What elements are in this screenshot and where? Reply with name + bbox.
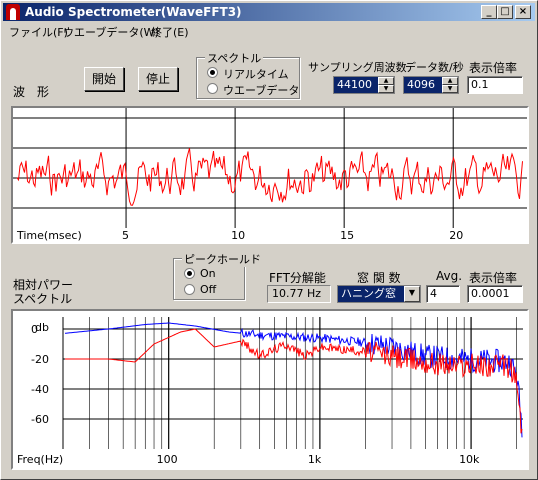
datacount-spinner[interactable]: 4096 ▲ ▼ bbox=[403, 76, 459, 94]
start-button[interactable]: 開始 bbox=[84, 67, 124, 91]
peak-hold-title: ピークホールド bbox=[182, 251, 263, 267]
peak-hold-group: ピークホールド On Off bbox=[173, 251, 263, 300]
spin-up-icon[interactable]: ▲ bbox=[378, 77, 394, 85]
avg-input[interactable]: 4 bbox=[426, 285, 460, 303]
fft-resolution-label: FFT分解能 bbox=[269, 271, 326, 285]
title-bar[interactable]: Audio Spectrometer(WaveFFT3) _ □ × bbox=[3, 3, 535, 21]
display-scale-bottom-label: 表示倍率 bbox=[469, 271, 518, 285]
app-icon bbox=[6, 4, 20, 20]
radio-wavedata[interactable] bbox=[207, 83, 218, 94]
waveform-trace bbox=[16, 148, 523, 206]
sampling-rate-value: 44100 bbox=[337, 78, 372, 91]
datacount-label: データ数/秒 bbox=[405, 61, 464, 74]
display-scale-bottom-input[interactable]: 0.0001 bbox=[467, 285, 523, 303]
radio-peak-on[interactable] bbox=[184, 268, 195, 279]
window-function-label: 窓 関 数 bbox=[357, 271, 401, 285]
menu-file[interactable]: ファイル(F) bbox=[9, 24, 68, 40]
wave-tick-label: 5 bbox=[122, 229, 129, 242]
sampling-spin-buttons[interactable]: ▲ ▼ bbox=[378, 77, 394, 93]
menu-wavedata[interactable]: ウエーブデータ(W) bbox=[63, 24, 159, 40]
waveform-plot: 5 10 15 20 Time(msec) bbox=[11, 106, 529, 244]
fft-resolution-readout: 10.77 Hz bbox=[267, 285, 331, 303]
minimize-button[interactable]: _ bbox=[481, 5, 497, 19]
spectrum-series-0 bbox=[64, 322, 523, 438]
radio-wavedata-label: ウエーブデータ bbox=[223, 84, 300, 97]
window-function-value: ハニング窓 bbox=[341, 287, 396, 300]
main-window: Audio Spectrometer(WaveFFT3) _ □ × ファイル(… bbox=[0, 0, 538, 480]
window-title: Audio Spectrometer(WaveFFT3) bbox=[25, 5, 242, 19]
waveform-chart: 5 10 15 20 Time(msec) bbox=[13, 108, 527, 242]
sampling-rate-spinner[interactable]: 44100 ▲ ▼ bbox=[333, 76, 395, 94]
spin-up-icon[interactable]: ▲ bbox=[442, 77, 458, 85]
radio-peak-off-label: Off bbox=[200, 283, 217, 296]
spec-x-tick-label: 1k bbox=[308, 453, 322, 466]
radio-peak-on-label: On bbox=[200, 267, 216, 280]
menu-bar: ファイル(F) ウエーブデータ(W) 終了(E) bbox=[3, 22, 535, 40]
avg-label: Avg. bbox=[436, 269, 463, 283]
chevron-down-icon[interactable]: ▼ bbox=[404, 286, 420, 302]
spec-y-tick-label: -60 bbox=[31, 413, 49, 426]
menu-exit[interactable]: 終了(E) bbox=[151, 24, 189, 40]
spectrum-chart: 0-20-40-60db100 1k 10kFreq(Hz) bbox=[17, 317, 523, 466]
stop-button[interactable]: 停止 bbox=[138, 67, 178, 91]
spec-y-tick-label: -20 bbox=[31, 353, 49, 366]
spec-x-tick-label: 10k bbox=[459, 453, 480, 466]
spectrum-mode-group: スペクトル リアルタイム ウエーブデータ bbox=[196, 50, 300, 99]
wave-tick-label: 10 bbox=[231, 229, 245, 242]
maximize-button[interactable]: □ bbox=[497, 5, 513, 19]
datacount-value: 4096 bbox=[407, 78, 435, 91]
spec-x-tick-label: 100 bbox=[157, 453, 178, 466]
spectrum-plot: 0 -20 -40 -60 db 100 1k 10k Freq(Hz) bbox=[11, 309, 529, 470]
display-scale-top-input[interactable]: 0.1 bbox=[467, 76, 523, 94]
radio-realtime-label: リアルタイム bbox=[223, 68, 289, 81]
spec-x-label: Freq(Hz) bbox=[17, 453, 63, 466]
spectrum-series-1 bbox=[65, 328, 523, 434]
spin-down-icon[interactable]: ▼ bbox=[442, 85, 458, 93]
waveform-label: 波 形 bbox=[13, 85, 50, 99]
window-function-select[interactable]: ハニング窓 ▼ bbox=[337, 285, 421, 303]
display-scale-top-label: 表示倍率 bbox=[469, 61, 518, 75]
close-button[interactable]: × bbox=[515, 5, 531, 19]
wave-tick-label: 20 bbox=[449, 229, 463, 242]
spin-down-icon[interactable]: ▼ bbox=[378, 85, 394, 93]
wave-tick-label: 15 bbox=[340, 229, 354, 242]
radio-peak-off[interactable] bbox=[184, 284, 195, 295]
radio-realtime[interactable] bbox=[207, 67, 218, 78]
spec-y-label: db bbox=[35, 321, 49, 334]
datacount-spin-buttons[interactable]: ▲ ▼ bbox=[442, 77, 458, 93]
sampling-label: サンプリング周波数 bbox=[308, 61, 407, 74]
spec-y-tick-label: -40 bbox=[31, 383, 49, 396]
relative-power-label-2: スペクトル bbox=[13, 292, 73, 306]
spectrum-group-title: スペクトル bbox=[205, 50, 264, 66]
wave-x-label: Time(msec) bbox=[16, 229, 82, 242]
